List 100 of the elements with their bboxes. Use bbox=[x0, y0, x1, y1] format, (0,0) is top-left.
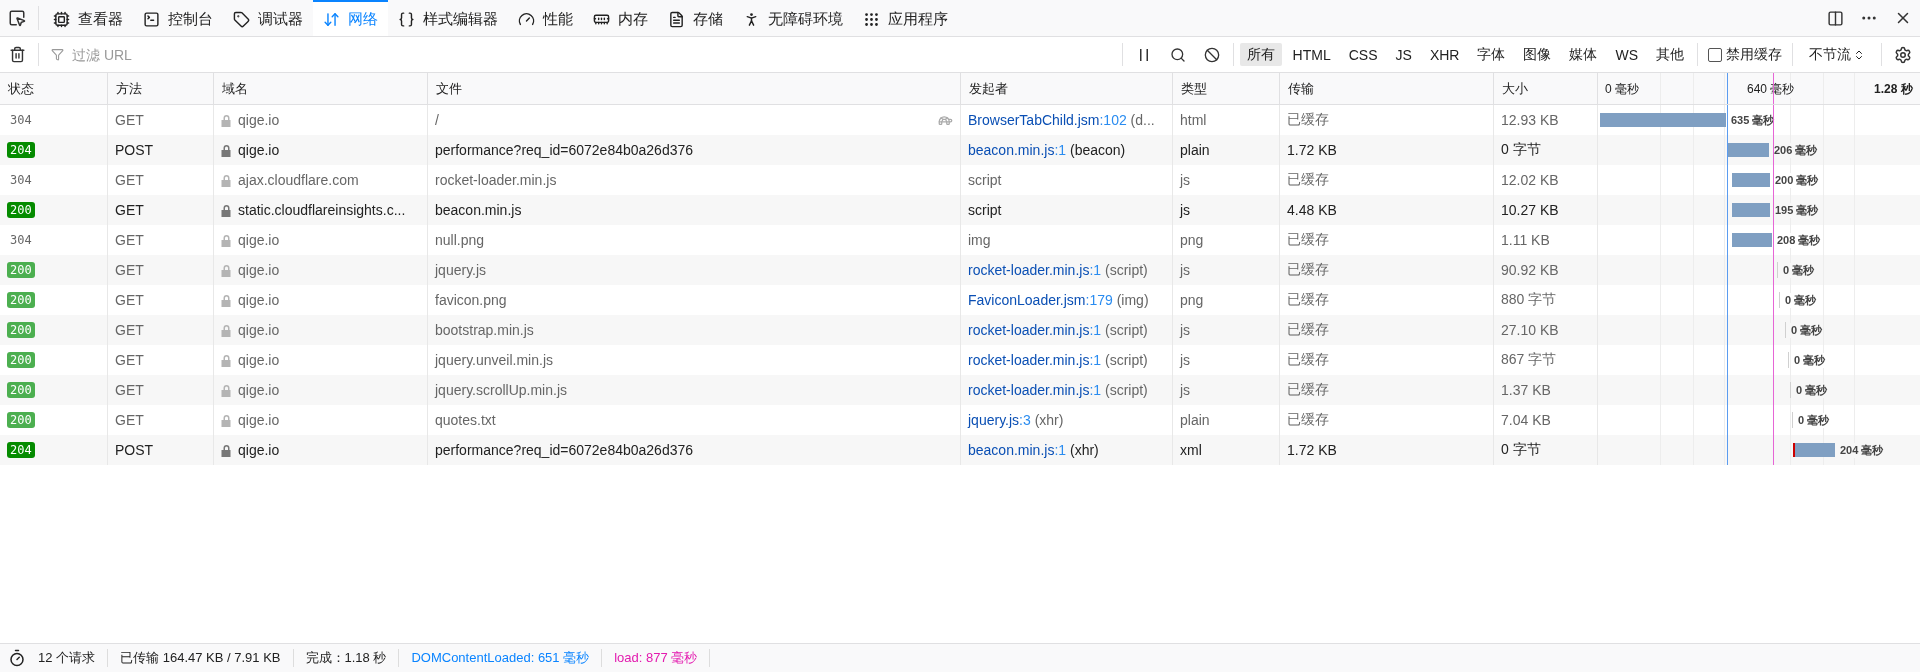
request-row[interactable]: 204 POST qige.io performance?req_id=6072e84b0a26d376 beacon.min.js:1 (xhr) xml 1.72 KB 0 字节 204 毫秒 bbox=[0, 435, 1920, 465]
initiator-link[interactable]: FaviconLoader.jsm:179 (img) bbox=[968, 292, 1149, 308]
initiator-link[interactable]: BrowserTabChild.jsm:102 (d... bbox=[968, 112, 1155, 128]
table-cell: 0 字节 bbox=[1501, 141, 1541, 159]
type-filter-button[interactable]: JS bbox=[1388, 43, 1419, 66]
request-row[interactable]: 200 GET static.cloudflareinsights.c... beacon.min.js script js 4.48 KB 10.27 KB 195 毫秒 bbox=[0, 195, 1920, 225]
table-cell: 已缓存 bbox=[1287, 171, 1329, 189]
request-row[interactable]: 200 GET qige.io jquery.scrollUp.min.js rocket-loader.min.js:1 (script) js 已缓存 1.37 KB 0 毫秒 bbox=[0, 375, 1920, 405]
type-filter-button[interactable]: XHR bbox=[1422, 43, 1467, 66]
initiator-link[interactable]: beacon.min.js:1 (xhr) bbox=[968, 442, 1099, 458]
table-cell: 27.10 KB bbox=[1501, 322, 1559, 338]
timing-label: 206 毫秒 bbox=[1773, 142, 1819, 158]
timing-bar bbox=[1732, 233, 1772, 247]
type-filter-button[interactable]: WS bbox=[1608, 43, 1645, 66]
type-filter-button[interactable]: 图像 bbox=[1516, 43, 1559, 66]
table-cell: 已缓存 bbox=[1287, 411, 1329, 429]
table-cell: jquery.js bbox=[435, 262, 487, 278]
table-cell: beacon.min.js bbox=[435, 202, 522, 218]
table-cell: qige.io bbox=[238, 142, 280, 158]
type-filter-button[interactable]: 其他 bbox=[1649, 43, 1691, 66]
table-cell: favicon.png bbox=[435, 292, 507, 308]
status-code: 304 bbox=[9, 173, 33, 187]
request-row[interactable]: 204 POST qige.io performance?req_id=6072e84b0a26d376 beacon.min.js:1 (beacon) plain 1.72 KB 0 字节 206 毫秒 bbox=[0, 135, 1920, 165]
table-cell: js bbox=[1180, 202, 1191, 218]
toolbar-tab[interactable]: 网络 bbox=[313, 0, 388, 36]
table-cell: 已缓存 bbox=[1287, 321, 1329, 339]
filter-icon bbox=[51, 48, 64, 61]
request-row[interactable]: 200 GET qige.io bootstrap.min.js rocket-loader.min.js:1 (script) js 已缓存 27.10 KB 0 毫秒 bbox=[0, 315, 1920, 345]
table-cell: js bbox=[1180, 262, 1191, 278]
toolbar-tab[interactable]: 性能 bbox=[508, 0, 583, 36]
column-header[interactable]: 大小 bbox=[1494, 73, 1598, 104]
grid-icon bbox=[863, 10, 880, 28]
column-header[interactable]: 状态 bbox=[0, 73, 108, 104]
timeline-label: 1.28 秒 bbox=[1874, 81, 1913, 98]
column-header[interactable]: 传输 bbox=[1280, 73, 1494, 104]
updown-caret-icon bbox=[1853, 48, 1865, 61]
request-row[interactable]: 200 GET qige.io jquery.js rocket-loader.min.js:1 (script) js 已缓存 90.92 KB 0 毫秒 bbox=[0, 255, 1920, 285]
checkbox[interactable] bbox=[1708, 47, 1722, 62]
column-header[interactable]: 类型 bbox=[1173, 73, 1280, 104]
toolbar-tab[interactable]: 存储 bbox=[658, 0, 733, 36]
throttle-dropdown[interactable]: 不节流 bbox=[1797, 37, 1877, 72]
table-cell: 4.48 KB bbox=[1287, 202, 1337, 218]
table-cell: js bbox=[1180, 322, 1191, 338]
type-filter-button[interactable]: 所有 bbox=[1239, 43, 1282, 66]
toolbar-tab[interactable]: 无障碍环境 bbox=[733, 0, 853, 36]
table-cell: POST bbox=[115, 442, 154, 458]
type-filter-button[interactable]: 媒体 bbox=[1562, 43, 1605, 66]
initiator-link[interactable]: beacon.min.js:1 (beacon) bbox=[968, 142, 1126, 158]
initiator-link[interactable]: jquery.js:3 (xhr) bbox=[968, 412, 1064, 428]
toolbar-tab[interactable]: 控制台 bbox=[133, 0, 223, 36]
initiator-link[interactable]: rocket-loader.min.js:1 (script) bbox=[968, 262, 1148, 278]
timing-label: 204 毫秒 bbox=[1839, 442, 1885, 458]
timing-tick bbox=[1785, 322, 1786, 338]
type-filter-button[interactable]: CSS bbox=[1341, 43, 1385, 66]
type-filter-button[interactable]: HTML bbox=[1285, 43, 1338, 66]
column-header[interactable]: 文件 bbox=[428, 73, 961, 104]
checkbox-label: 禁用缓存 bbox=[1726, 45, 1782, 64]
table-cell: plain bbox=[1180, 412, 1210, 428]
toolbar-tab[interactable]: 调试器 bbox=[223, 0, 313, 36]
status-text: load: 877 毫秒 bbox=[602, 649, 711, 667]
column-header[interactable]: 发起者 bbox=[961, 73, 1173, 104]
column-header[interactable]: 域名 bbox=[214, 73, 428, 104]
type-filter-button[interactable]: 字体 bbox=[1470, 43, 1513, 66]
table-cell: 10.27 KB bbox=[1501, 202, 1559, 218]
table-cell: 880 字节 bbox=[1501, 291, 1557, 309]
initiator-link[interactable]: rocket-loader.min.js:1 (script) bbox=[968, 322, 1148, 338]
table-cell: static.cloudflareinsights.c... bbox=[238, 202, 406, 218]
table-cell: qige.io bbox=[238, 262, 280, 278]
table-cell: png bbox=[1180, 232, 1204, 248]
timing-tick bbox=[1777, 262, 1778, 278]
table-cell: js bbox=[1180, 352, 1191, 368]
status-text: 已传输 164.47 KB / 7.91 KB bbox=[108, 649, 294, 667]
timing-bar bbox=[1727, 143, 1769, 157]
timeline-label: 0 毫秒 bbox=[1605, 81, 1639, 98]
toolbar-tab[interactable]: 样式编辑器 bbox=[388, 0, 508, 36]
column-header[interactable]: 方法 bbox=[108, 73, 214, 104]
initiator-link[interactable]: rocket-loader.min.js:1 (script) bbox=[968, 382, 1148, 398]
table-cell: GET bbox=[115, 202, 144, 218]
table-cell: ajax.cloudflare.com bbox=[238, 172, 359, 188]
toolbar-tab[interactable]: 查看器 bbox=[43, 0, 133, 36]
toolbar-tab[interactable]: 内存 bbox=[583, 0, 658, 36]
table-cell: quotes.txt bbox=[435, 412, 496, 428]
table-cell: GET bbox=[115, 412, 144, 428]
status-text: 完成：1.18 秒 bbox=[293, 649, 400, 667]
table-cell: GET bbox=[115, 292, 144, 308]
status-code: 304 bbox=[9, 113, 33, 127]
table-cell: qige.io bbox=[238, 442, 280, 458]
table-cell: jquery.unveil.min.js bbox=[435, 352, 553, 368]
table-cell: performance?req_id=6072e84b0a26d376 bbox=[435, 142, 694, 158]
terminal-icon bbox=[143, 10, 160, 28]
table-cell: GET bbox=[115, 322, 144, 338]
table-cell: 已缓存 bbox=[1287, 291, 1329, 309]
table-cell: png bbox=[1180, 292, 1204, 308]
timing-label: 0 毫秒 bbox=[1795, 382, 1829, 398]
filter-field[interactable]: 过滤 URL bbox=[70, 45, 1110, 64]
status-badge: 204 bbox=[7, 142, 35, 158]
initiator-link[interactable]: rocket-loader.min.js:1 (script) bbox=[968, 352, 1148, 368]
toolbar-tab[interactable]: 应用程序 bbox=[853, 0, 958, 36]
table-cell: GET bbox=[115, 352, 144, 368]
document-icon bbox=[668, 10, 685, 28]
